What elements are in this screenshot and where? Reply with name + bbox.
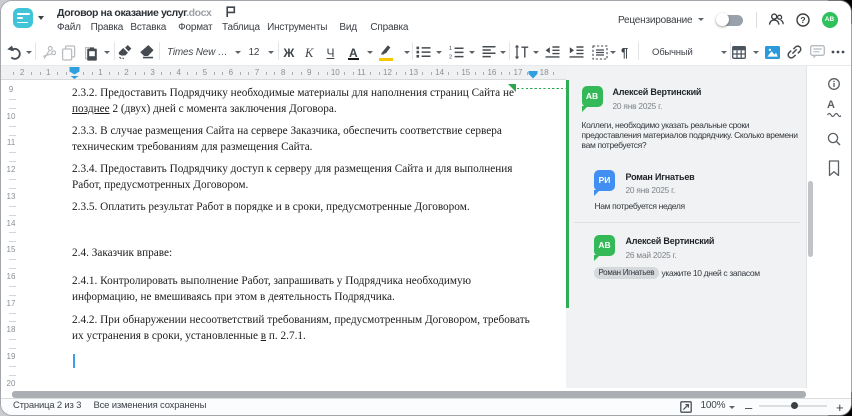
- svg-text:?: ?: [800, 14, 805, 24]
- svg-text:1: 1: [449, 46, 452, 52]
- svg-text:2: 2: [449, 54, 452, 59]
